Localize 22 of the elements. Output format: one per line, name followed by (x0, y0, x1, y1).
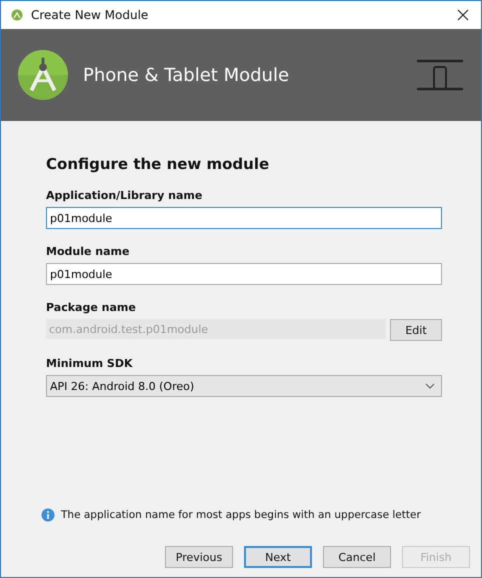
edit-button[interactable]: Edit (390, 319, 442, 341)
field-label: Minimum SDK (46, 357, 134, 370)
field-label: Package name (46, 301, 137, 314)
dialog-button[interactable]: Previous (165, 546, 233, 568)
close-icon[interactable] (457, 9, 469, 21)
form-heading: Configure the new module (46, 155, 270, 173)
android-studio-logo-icon (18, 50, 68, 100)
info-message: The application name for most apps begins with an uppercase letter (61, 509, 421, 521)
chevron-icon (425, 383, 435, 389)
input-field[interactable]: p01module (46, 263, 442, 285)
dialog-button[interactable]: Next (244, 546, 312, 568)
module-title: Phone & Tablet Module (83, 64, 290, 86)
dialog-button[interactable]: Cancel (323, 546, 391, 568)
sdk-dropdown[interactable]: API 26: Android 8.0 (Oreo) (46, 375, 442, 397)
field-label: Module name (46, 245, 130, 258)
input-field[interactable]: p01module (46, 207, 442, 229)
info-icon (41, 508, 55, 522)
window-title: Create New Module (31, 8, 150, 22)
app-icon (11, 9, 23, 21)
field-label: Application/Library name (46, 189, 204, 202)
package-field: com.android.test.p01module (46, 319, 386, 339)
phone-icon (417, 59, 463, 91)
